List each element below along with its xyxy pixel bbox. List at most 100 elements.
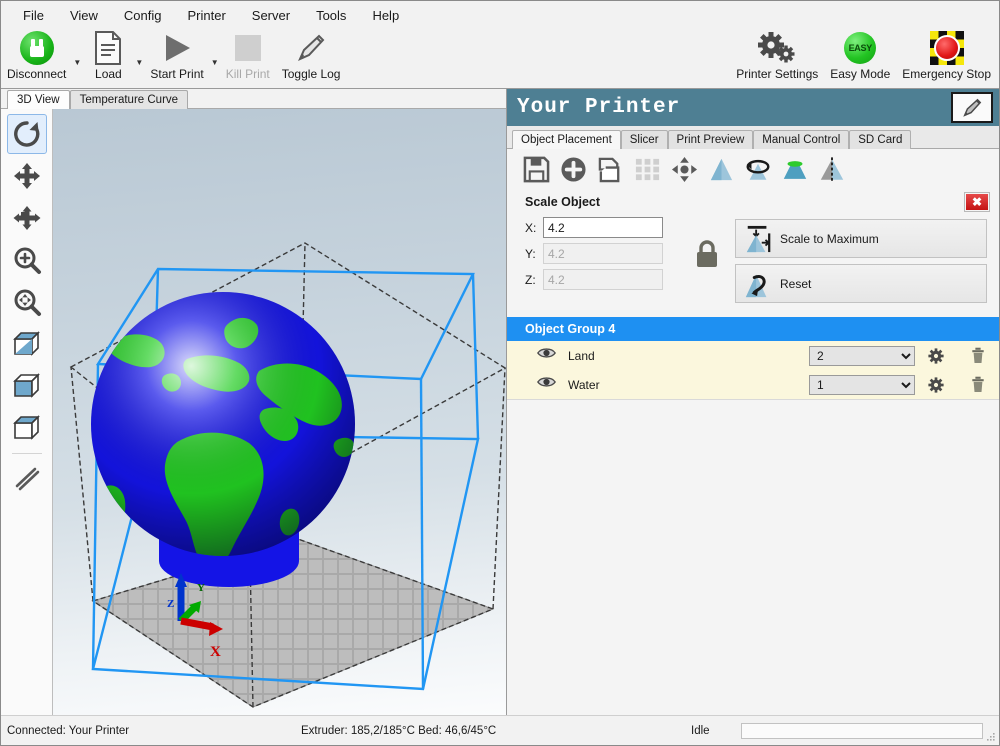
rotate-icon <box>12 119 42 149</box>
axis-label-y: Y <box>197 582 205 594</box>
globe-object <box>91 292 369 566</box>
object-settings-land[interactable] <box>915 348 957 364</box>
reset-scale-button[interactable]: Reset <box>735 264 987 303</box>
easy-mode-label: Easy Mode <box>830 67 890 81</box>
easy-mode-button[interactable]: EASY Easy Mode <box>824 29 896 81</box>
autoarrange-grid-icon <box>632 154 662 184</box>
3d-canvas[interactable]: X Z Y <box>53 109 506 715</box>
start-print-label: Start Print <box>150 67 203 81</box>
axis-label-z: Z <box>167 598 174 610</box>
cube-wire-icon <box>12 414 42 442</box>
copy-object-icon[interactable] <box>595 154 625 184</box>
printer-settings-button[interactable]: Printer Settings <box>730 29 824 81</box>
reset-arrow-icon <box>744 269 772 299</box>
tab-print-preview[interactable]: Print Preview <box>668 130 754 149</box>
tab-sd-card[interactable]: SD Card <box>849 130 911 149</box>
pan-tool-button[interactable] <box>7 198 47 238</box>
scale-z-input <box>543 269 663 290</box>
zoom-in-tool-button[interactable] <box>7 240 47 280</box>
emergency-stop-label: Emergency Stop <box>902 67 991 81</box>
visibility-toggle-land[interactable] <box>537 346 556 365</box>
disconnect-dropdown-arrow[interactable]: ▼ <box>72 58 82 67</box>
plug-icon <box>20 29 54 67</box>
add-object-icon[interactable] <box>558 154 588 184</box>
load-button[interactable]: Load <box>82 29 134 81</box>
control-pane: Your Printer Object Placement Slicer Pri… <box>506 89 999 715</box>
extruder-select-water[interactable]: 1 2 <box>809 375 915 395</box>
main-area: 3D View Temperature Curve <box>1 89 999 715</box>
easy-badge-text: EASY <box>844 32 876 64</box>
measure-tool-button[interactable] <box>7 459 47 499</box>
3d-scene: X Z Y <box>53 109 506 715</box>
lay-flat-icon[interactable] <box>780 154 810 184</box>
start-print-dropdown-arrow[interactable]: ▼ <box>210 58 220 67</box>
scale-object-icon[interactable] <box>706 154 736 184</box>
mirror-object-icon[interactable] <box>817 154 847 184</box>
load-group: Load ▼ <box>82 29 144 81</box>
menu-item-view[interactable]: View <box>58 4 110 27</box>
gear-icon <box>928 377 944 393</box>
table-row[interactable]: Land 2 1 <box>507 341 999 370</box>
viewport-wrapper: X Z Y <box>1 109 506 715</box>
scale-y-label: Y: <box>525 247 543 261</box>
zoom-fit-tool-button[interactable] <box>7 282 47 322</box>
disconnect-group: Disconnect ▼ <box>1 29 82 81</box>
toggle-log-group: Toggle Log <box>276 29 347 81</box>
axis-label-x: X <box>210 644 221 660</box>
cube-half-icon <box>12 330 42 358</box>
save-icon[interactable] <box>521 154 551 184</box>
scale-row-y: Y: <box>525 243 685 264</box>
menu-item-config[interactable]: Config <box>112 4 174 27</box>
load-dropdown-arrow[interactable]: ▼ <box>134 58 144 67</box>
scale-object-panel: Scale Object ✖ X: Y: Z: <box>507 189 999 311</box>
start-print-button[interactable]: Start Print <box>144 29 209 81</box>
trash-icon <box>971 347 985 364</box>
menu-item-printer[interactable]: Printer <box>175 4 237 27</box>
menu-item-file[interactable]: File <box>11 4 56 27</box>
rotate-object-icon[interactable] <box>743 154 773 184</box>
tab-temperature-curve[interactable]: Temperature Curve <box>70 90 188 109</box>
rotate-tool-button[interactable] <box>7 114 47 154</box>
object-delete-water[interactable] <box>957 376 999 393</box>
control-tab-strip: Object Placement Slicer Print Preview Ma… <box>507 126 999 149</box>
extruder-select-land[interactable]: 2 1 <box>809 346 915 366</box>
scale-y-input <box>543 243 663 264</box>
kill-print-button: Kill Print <box>220 29 276 81</box>
scale-to-maximum-button[interactable]: Scale to Maximum <box>735 219 987 258</box>
gear-icon <box>928 348 944 364</box>
move-object-icon[interactable] <box>669 154 699 184</box>
main-toolbar: Disconnect ▼ Load <box>1 29 999 89</box>
trash-icon <box>971 376 985 393</box>
lock-aspect-ratio-toggle[interactable] <box>685 217 729 269</box>
close-panel-button[interactable]: ✖ <box>965 193 989 211</box>
tab-object-placement[interactable]: Object Placement <box>512 130 621 149</box>
menu-item-help[interactable]: Help <box>360 4 411 27</box>
gears-icon <box>757 29 797 67</box>
tool-divider <box>12 453 42 454</box>
menu-item-tools[interactable]: Tools <box>304 4 358 27</box>
emergency-stop-button[interactable]: Emergency Stop <box>896 29 997 81</box>
menu-item-server[interactable]: Server <box>240 4 302 27</box>
scale-x-input[interactable] <box>543 217 663 238</box>
status-bar: Connected: Your Printer Extruder: 185,2/… <box>1 715 999 745</box>
view-cube-solid-button[interactable] <box>7 366 47 406</box>
tab-3d-view[interactable]: 3D View <box>7 90 70 109</box>
table-row[interactable]: Water 1 2 <box>507 370 999 399</box>
view-cube-half-button[interactable] <box>7 324 47 364</box>
object-delete-land[interactable] <box>957 347 999 364</box>
visibility-toggle-water[interactable] <box>537 375 556 394</box>
pan-arrows-icon <box>12 203 42 233</box>
tab-manual-control[interactable]: Manual Control <box>753 130 849 149</box>
object-group-header[interactable]: Object Group 4 <box>507 317 999 341</box>
menu-bar: File View Config Printer Server Tools He… <box>1 1 999 29</box>
lock-closed-icon <box>694 239 720 269</box>
object-settings-water[interactable] <box>915 377 957 393</box>
edit-printer-button[interactable] <box>951 92 993 123</box>
toggle-log-button[interactable]: Toggle Log <box>276 29 347 81</box>
resize-grip-icon[interactable] <box>986 732 996 742</box>
temperature-status: Extruder: 185,2/185°C Bed: 46,6/45°C <box>301 725 691 737</box>
disconnect-button[interactable]: Disconnect <box>1 29 72 81</box>
move-tool-button[interactable] <box>7 156 47 196</box>
tab-slicer[interactable]: Slicer <box>621 130 668 149</box>
view-cube-wire-button[interactable] <box>7 408 47 448</box>
